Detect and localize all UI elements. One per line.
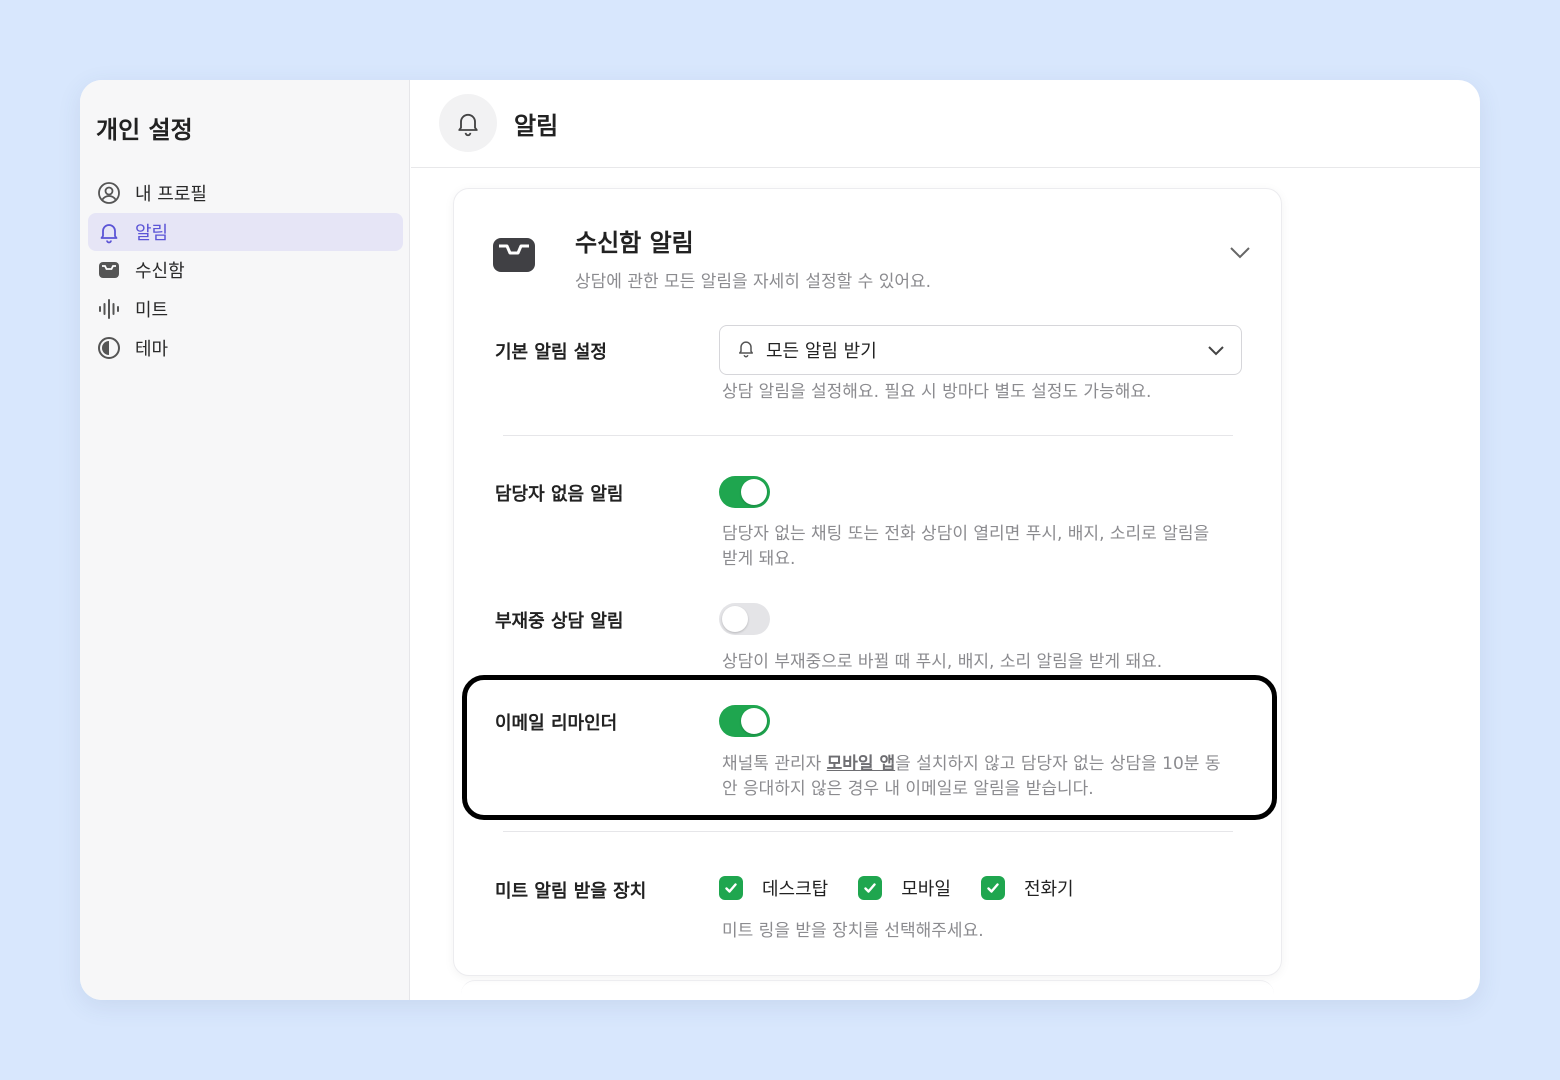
settings-window: 개인 설정 내 프로필 알림 수신함 미트 테마 알림 수신함 알림 상담에 관… xyxy=(80,80,1480,1000)
inbox-icon xyxy=(96,257,122,283)
sidebar-item-meet[interactable]: 미트 xyxy=(88,290,403,328)
bell-icon xyxy=(439,94,497,152)
device-phone-checkbox[interactable]: 전화기 xyxy=(980,875,1074,901)
bell-icon xyxy=(96,219,122,245)
meet-devices-options: 데스크탑 모바일 전화기 xyxy=(719,875,1104,901)
bell-icon xyxy=(736,338,756,362)
page-title: 알림 xyxy=(514,112,559,140)
inbox-icon xyxy=(492,237,536,277)
device-mobile-checkbox[interactable]: 모바일 xyxy=(858,875,951,901)
checkbox-label: 데스크탑 xyxy=(762,879,829,900)
next-card-edge xyxy=(461,980,1274,1000)
main-panel: 알림 수신함 알림 상담에 관한 모든 알림을 자세히 설정할 수 있어요. 기… xyxy=(411,80,1480,1000)
divider xyxy=(503,435,1233,436)
sidebar-item-theme[interactable]: 테마 xyxy=(88,329,403,367)
sidebar-item-inbox[interactable]: 수신함 xyxy=(88,251,403,289)
sidebar: 개인 설정 내 프로필 알림 수신함 미트 테마 xyxy=(80,80,410,1000)
unassigned-desc-line1: 담당자 없는 채팅 또는 전화 상담이 열리면 푸시, 배지, 소리로 알림을 xyxy=(722,524,1210,544)
waveform-icon xyxy=(96,296,122,322)
meet-devices-label: 미트 알림 받을 장치 xyxy=(495,881,647,902)
select-value: 모든 알림 받기 xyxy=(766,341,877,362)
email-reminder-desc-line1: 채널톡 관리자 모바일 앱을 설치하지 않고 담당자 없는 상담을 10분 동 xyxy=(722,752,1262,777)
default-setting-select[interactable]: 모든 알림 받기 xyxy=(719,325,1242,375)
sidebar-nav: 내 프로필 알림 수신함 미트 테마 xyxy=(88,174,403,367)
checkbox-label: 모바일 xyxy=(901,879,951,900)
checkbox-label: 전화기 xyxy=(1023,879,1074,900)
collapse-chevron-icon[interactable] xyxy=(1229,245,1251,264)
inbox-notification-card: 수신함 알림 상담에 관한 모든 알림을 자세히 설정할 수 있어요. 기본 알… xyxy=(453,188,1282,976)
default-setting-desc: 상담 알림을 설정해요. 필요 시 방마다 별도 설정도 가능해요. xyxy=(722,382,1152,402)
desc-text: 채널톡 관리자 xyxy=(722,754,827,774)
sidebar-item-label: 미트 xyxy=(135,300,169,322)
sidebar-item-label: 알림 xyxy=(135,222,169,244)
email-reminder-desc-line2: 안 응대하지 않은 경우 내 이메일로 알림을 받습니다. xyxy=(722,779,1094,799)
divider xyxy=(503,831,1233,832)
chevron-down-icon xyxy=(1207,342,1225,361)
mobile-app-link[interactable]: 모바일 앱 xyxy=(827,754,895,774)
contrast-icon xyxy=(96,335,122,361)
sidebar-item-label: 내 프로필 xyxy=(135,184,207,205)
user-circle-icon xyxy=(96,180,122,206)
default-setting-label: 기본 알림 설정 xyxy=(495,342,607,363)
sidebar-item-profile[interactable]: 내 프로필 xyxy=(88,174,403,212)
page-header: 알림 xyxy=(411,80,1480,168)
desc-text: 을 설치하지 않고 담당자 없는 상담을 10분 동 xyxy=(895,754,1221,774)
sidebar-item-label: 수신함 xyxy=(135,261,185,283)
sidebar-item-notifications[interactable]: 알림 xyxy=(88,212,403,251)
device-desktop-checkbox[interactable]: 데스크탑 xyxy=(719,875,828,901)
away-desc: 상담이 부재중으로 바뀔 때 푸시, 배지, 소리 알림을 받게 돼요. xyxy=(722,652,1163,672)
meet-devices-desc: 미트 링을 받을 장치를 선택해주세요. xyxy=(722,921,984,941)
away-label: 부재중 상담 알림 xyxy=(495,611,624,632)
unassigned-label: 담당자 없음 알림 xyxy=(495,484,624,505)
checkmark-icon xyxy=(719,876,743,900)
checkmark-icon xyxy=(858,876,883,900)
checkmark-icon xyxy=(980,876,1005,900)
unassigned-toggle[interactable] xyxy=(719,476,770,508)
card-subtitle: 상담에 관한 모든 알림을 자세히 설정할 수 있어요. xyxy=(575,272,932,292)
email-reminder-label: 이메일 리마인더 xyxy=(495,713,618,734)
sidebar-item-label: 테마 xyxy=(135,338,169,360)
sidebar-title: 개인 설정 xyxy=(96,116,193,144)
unassigned-desc: 담당자 없는 채팅 또는 전화 상담이 열리면 푸시, 배지, 소리로 알림을 … xyxy=(722,522,1242,572)
email-reminder-desc: 채널톡 관리자 모바일 앱을 설치하지 않고 담당자 없는 상담을 10분 동 … xyxy=(722,752,1262,802)
email-reminder-toggle[interactable] xyxy=(719,705,770,737)
away-toggle[interactable] xyxy=(719,603,770,635)
unassigned-desc-line2: 받게 돼요. xyxy=(722,549,796,569)
card-title: 수신함 알림 xyxy=(575,229,694,257)
